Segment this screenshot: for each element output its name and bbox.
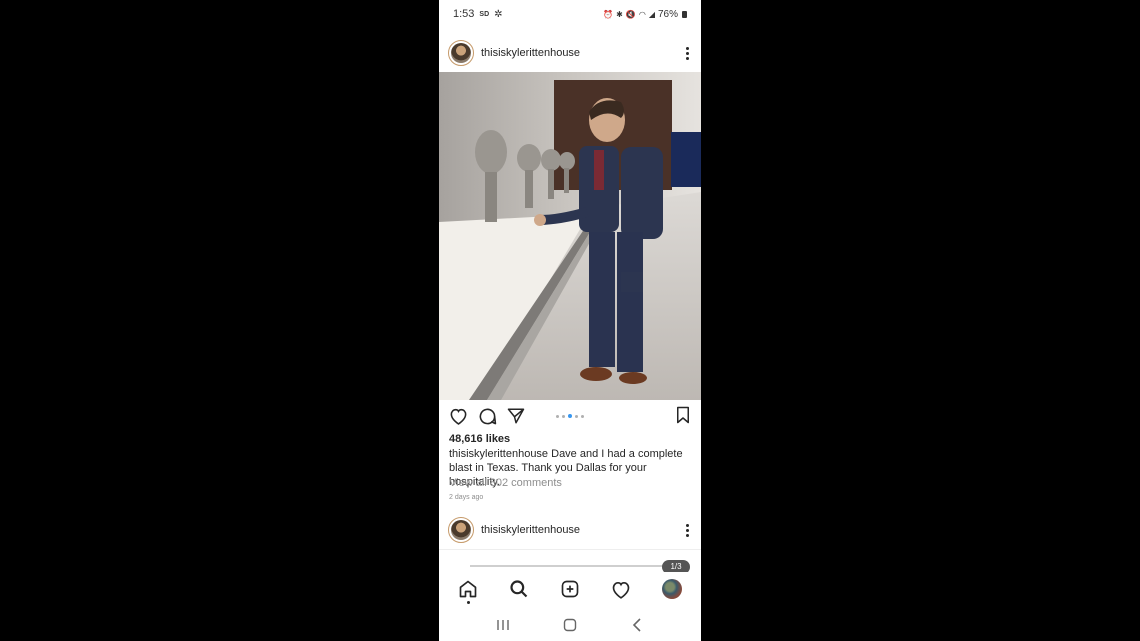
battery-percent: 76% — [657, 8, 678, 20]
signal-icon: ◢ — [648, 9, 655, 19]
user-avatar-2[interactable] — [448, 517, 474, 543]
system-nav-bar — [439, 608, 701, 641]
mute-icon: 🔇 — [625, 9, 636, 19]
battery-icon — [682, 10, 687, 18]
likes-count[interactable]: 48,616 likes — [449, 433, 510, 445]
comment-icon[interactable] — [477, 406, 497, 426]
alarm-icon: ⏰ — [603, 9, 614, 19]
add-post-icon[interactable] — [556, 575, 584, 603]
post-photo[interactable] — [439, 72, 701, 400]
home-icon[interactable] — [454, 575, 482, 604]
progress-track — [470, 565, 670, 567]
divider — [439, 549, 701, 550]
post-time: 2 days ago — [449, 494, 484, 501]
post-photo-image — [439, 72, 701, 400]
bookmark-icon[interactable] — [675, 406, 691, 429]
carousel-dots — [556, 414, 584, 418]
sd-card-icon: SD — [479, 10, 490, 18]
recents-icon[interactable] — [491, 613, 515, 637]
bottom-nav — [439, 572, 701, 606]
user-avatar[interactable] — [448, 40, 474, 66]
post-header-2: thisiskylerittenhouse — [439, 510, 701, 550]
home-button-icon[interactable] — [558, 613, 582, 637]
post-actions — [439, 402, 701, 430]
settings-gear-icon: ✲ — [494, 8, 503, 20]
caption-username[interactable]: thisiskylerittenhouse — [449, 448, 548, 460]
share-send-icon[interactable] — [506, 406, 526, 426]
like-heart-icon[interactable] — [448, 406, 468, 426]
activity-heart-icon[interactable] — [607, 575, 635, 603]
post-username-2[interactable]: thisiskylerittenhouse — [481, 524, 682, 536]
more-options-icon[interactable] — [682, 46, 692, 60]
wifi-icon: ◠ — [638, 9, 646, 19]
profile-avatar[interactable] — [658, 575, 686, 603]
bluetooth-icon: ✱ — [616, 9, 623, 19]
search-icon[interactable] — [505, 575, 533, 603]
more-options-icon-2[interactable] — [682, 523, 692, 537]
status-bar: 1:53 SD ✲ ⏰ ✱ 🔇 ◠ ◢ 76% — [439, 0, 701, 28]
view-comments-link[interactable]: View all 802 comments — [449, 477, 562, 489]
post-username[interactable]: thisiskylerittenhouse — [481, 47, 682, 59]
post-header: thisiskylerittenhouse — [439, 33, 701, 73]
back-icon[interactable] — [625, 613, 649, 637]
status-time: 1:53 — [453, 8, 475, 20]
phone-screen: 1:53 SD ✲ ⏰ ✱ 🔇 ◠ ◢ 76% thisiskyleritten… — [439, 0, 701, 641]
